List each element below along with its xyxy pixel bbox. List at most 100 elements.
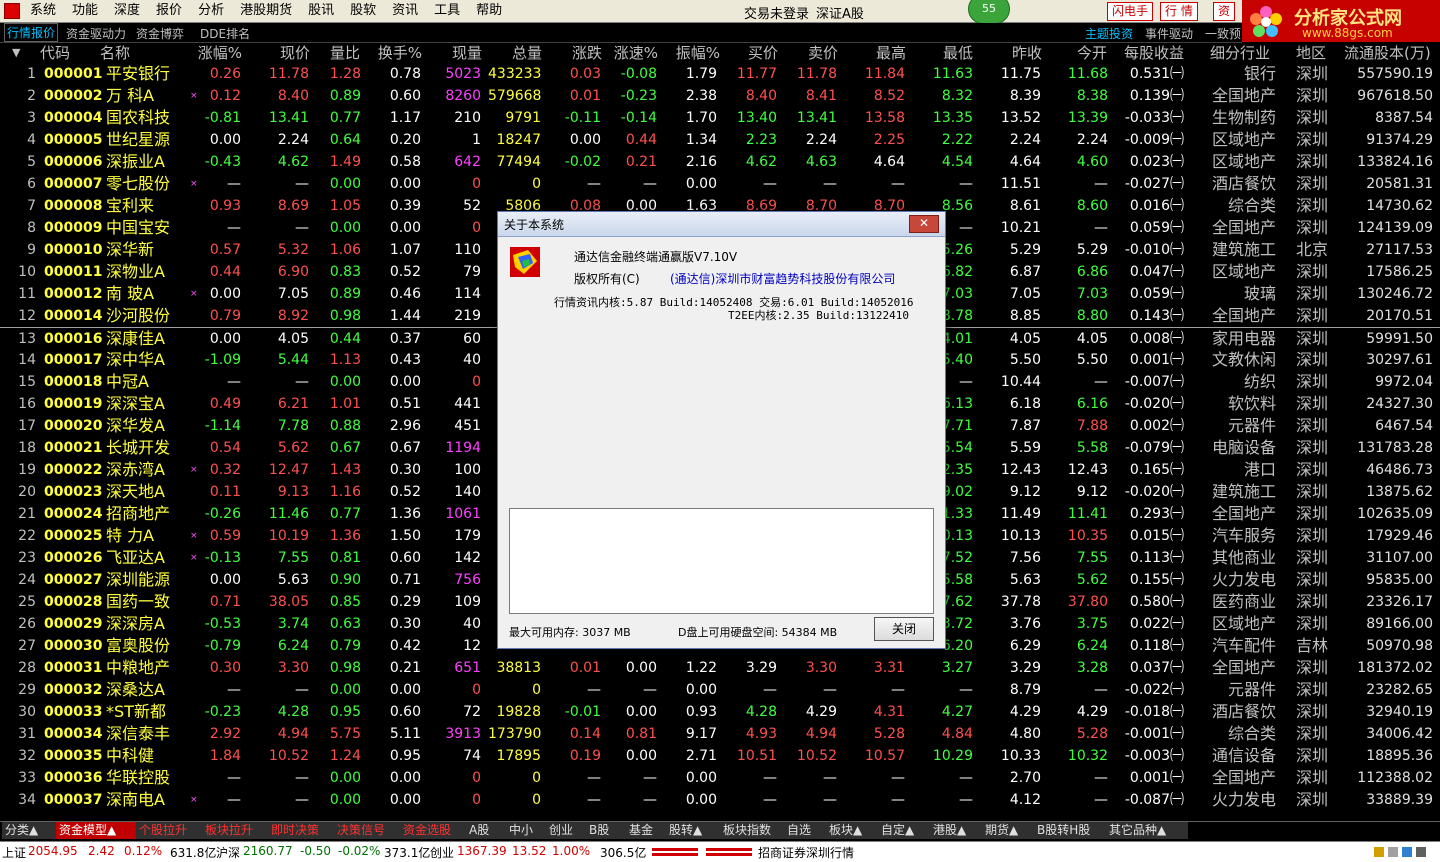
cell-code[interactable]: 000001 [44, 63, 102, 85]
cell-name[interactable]: 中科健 [106, 745, 176, 767]
cell-code[interactable]: 000027 [44, 569, 102, 591]
column-header[interactable]: 昨收 [1000, 43, 1042, 63]
cell-name[interactable]: 飞亚达A [106, 547, 176, 569]
menu-item[interactable]: 分析 [190, 2, 232, 20]
menu-item[interactable]: 报价 [148, 2, 190, 20]
tab-theme-invest[interactable]: 主题投资 [1085, 25, 1133, 42]
cell-name[interactable]: 特 力A [106, 525, 176, 547]
column-header[interactable]: 细分行业 [1210, 43, 1276, 63]
cell-name[interactable]: 深圳能源 [106, 569, 176, 591]
table-row[interactable]: 33 000036 华联控股 — — 0.00 0.00 0 0 — — 0.00 — — — — 2.70 — 0… [0, 767, 1440, 789]
cell-name[interactable]: 招商地产 [106, 503, 176, 525]
cell-name[interactable]: 中冠A [106, 371, 176, 393]
cell-name[interactable]: 深深宝A [106, 393, 176, 415]
column-header[interactable]: 涨速% [610, 43, 658, 63]
table-row[interactable]: 28 000031 中粮地产 0.30 3.30 0.98 0.21 651 38813 0.01… [0, 657, 1440, 679]
bottom-tab[interactable]: 自选 [784, 822, 829, 839]
column-header[interactable]: 买价 [738, 43, 778, 63]
bottom-tab[interactable]: 创业 [546, 822, 591, 839]
bottom-tab[interactable]: 基金 [626, 822, 671, 839]
cell-code[interactable]: 000029 [44, 613, 102, 635]
table-row[interactable]: 1 000001 平安银行 0.26 11.78 1.28 0.78 5023 433233 0.… [0, 63, 1440, 85]
menu-item[interactable]: 深度 [106, 2, 148, 20]
tab-fund-game[interactable]: 资金博弈 [136, 25, 184, 42]
column-header[interactable]: 振幅% [670, 43, 720, 63]
cell-code[interactable]: 000018 [44, 371, 102, 393]
cell-name[interactable]: 国药一致 [106, 591, 176, 613]
column-header[interactable]: 卖价 [798, 43, 838, 63]
tray-icons[interactable] [1372, 845, 1436, 859]
bottom-tab[interactable]: 资金选股 [400, 822, 471, 839]
cell-code[interactable]: 000017 [44, 349, 102, 371]
cell-name[interactable]: 深康佳A [106, 328, 176, 350]
bottom-tab[interactable]: 板块拉升 [202, 822, 273, 839]
cell-name[interactable]: 中国宝安 [106, 217, 176, 239]
menu-item[interactable]: 系统 [22, 2, 64, 20]
cell-code[interactable]: 000036 [44, 767, 102, 789]
cell-code[interactable]: 000007 [44, 173, 102, 195]
tab-dde-rank[interactable]: DDE排名 [200, 25, 250, 42]
cell-code[interactable]: 000022 [44, 459, 102, 481]
cell-name[interactable]: 万 科A [106, 85, 176, 107]
table-row[interactable]: 31 000034 深信泰丰 2.92 4.94 5.75 5.11 3913 173790 0.… [0, 723, 1440, 745]
cell-name[interactable]: 中粮地产 [106, 657, 176, 679]
cell-code[interactable]: 000006 [44, 151, 102, 173]
cell-code[interactable]: 000037 [44, 789, 102, 811]
cell-code[interactable]: 000016 [44, 328, 102, 350]
cell-code[interactable]: 000034 [44, 723, 102, 745]
table-row[interactable]: 2 000002 万 科A 0.12 8.40 0.89 0.60 8260 579668 0.0… [0, 85, 1440, 107]
cell-code[interactable]: 000033 [44, 701, 102, 723]
cell-name[interactable]: 深南电A [106, 789, 176, 811]
menu-item[interactable]: 港股期货 [232, 2, 300, 20]
cell-code[interactable]: 000031 [44, 657, 102, 679]
menu-item[interactable]: 帮助 [468, 2, 510, 20]
cell-code[interactable]: 000025 [44, 525, 102, 547]
menu-item[interactable]: 股讯 [300, 2, 342, 20]
cell-name[interactable]: 沙河股份 [106, 305, 176, 327]
cell-code[interactable]: 000014 [44, 305, 102, 327]
cell-name[interactable]: 长城开发 [106, 437, 176, 459]
cell-code[interactable]: 000026 [44, 547, 102, 569]
bottom-tab[interactable]: 板块指数 [720, 822, 789, 839]
cell-code[interactable]: 000002 [44, 85, 102, 107]
cell-code[interactable]: 000021 [44, 437, 102, 459]
bottom-tab[interactable]: 个股拉升 [136, 822, 207, 839]
cell-name[interactable]: 富奥股份 [106, 635, 176, 657]
table-row[interactable]: 34 000037 深南电A — —0.00 0.00 0 0— —0.00— — — —4.12— -… [0, 789, 1440, 811]
column-header[interactable]: 地区 [1296, 43, 1336, 63]
cell-code[interactable]: 000030 [44, 635, 102, 657]
cell-name[interactable]: 世纪星源 [106, 129, 176, 151]
bottom-tab[interactable]: 自定▲ [878, 822, 935, 839]
notification-badge[interactable]: 55 [968, 0, 1010, 24]
close-icon[interactable]: ✕ [909, 215, 939, 233]
cell-code[interactable]: 000020 [44, 415, 102, 437]
column-header[interactable]: 最高 [868, 43, 906, 63]
tab-fund-drive[interactable]: 资金驱动力 [66, 25, 126, 42]
column-header[interactable]: 今开 [1065, 43, 1107, 63]
cell-name[interactable]: 深信泰丰 [106, 723, 176, 745]
bottom-tab[interactable]: 股转▲ [666, 822, 725, 839]
bottom-tab[interactable]: 即时决策 [268, 822, 339, 839]
cell-code[interactable]: 000019 [44, 393, 102, 415]
column-header[interactable]: 现价 [258, 43, 310, 63]
tab-consensus[interactable]: 一致预 [1205, 25, 1241, 42]
table-row[interactable]: 6 000007 零七股份 — —0.00 0.00 0 0— —0.00— — — —11.51— -… [0, 173, 1440, 195]
cell-name[interactable]: 深深房A [106, 613, 176, 635]
column-header[interactable]: 每股收益 [1118, 43, 1184, 63]
table-row[interactable]: 5 000006 深振业A -0.43 4.62 1.49 0.58 642 77494 -0.0… [0, 151, 1440, 173]
bottom-tab[interactable]: A股 [466, 822, 511, 839]
bottom-tab[interactable]: B股转H股 [1034, 822, 1111, 839]
cell-name[interactable]: *ST新都 [106, 701, 176, 723]
sort-arrow-icon[interactable]: ▼ [12, 43, 20, 63]
bottom-tab[interactable]: 期货▲ [982, 822, 1039, 839]
table-row[interactable]: 30 000033 *ST新都 -0.23 4.28 0.95 0.60 72 19828 -0.… [0, 701, 1440, 723]
table-row[interactable]: 4 000005 世纪星源 0.00 2.24 0.64 0.20 1 18247 0.00 0.4… [0, 129, 1440, 151]
cell-code[interactable]: 000035 [44, 745, 102, 767]
bottom-tab[interactable]: 港股▲ [930, 822, 987, 839]
bottom-tab[interactable]: 板块▲ [826, 822, 883, 839]
close-button[interactable]: 关闭 [874, 617, 934, 641]
cell-code[interactable]: 000008 [44, 195, 102, 217]
column-header[interactable]: 涨幅% [190, 43, 242, 63]
column-header[interactable]: 涨跌 [552, 43, 602, 63]
menu-item[interactable]: 功能 [64, 2, 106, 20]
